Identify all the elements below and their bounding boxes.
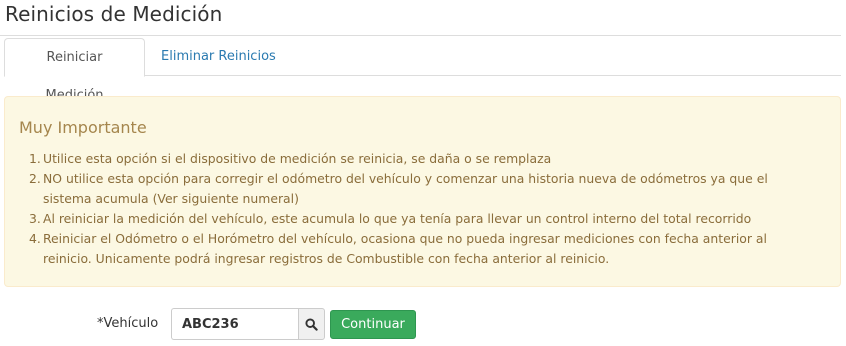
tab-bar: Reiniciar Medición Eliminar Reinicios — [4, 38, 841, 103]
list-item-number: 1. — [29, 151, 41, 166]
vehicle-label: *Vehículo — [97, 316, 159, 331]
list-item-text: NO utilice esta opción para corregir el … — [43, 171, 768, 206]
list-item-number: 2. — [29, 171, 41, 186]
tab-eliminar-reinicios[interactable]: Eliminar Reinicios — [149, 38, 288, 76]
continue-button[interactable]: Continuar — [330, 310, 416, 339]
vehicle-input[interactable] — [171, 308, 299, 340]
list-item-text: Utilice esta opción si el dispositivo de… — [43, 151, 552, 166]
alert-list-item: 3. Al reiniciar la medición del vehículo… — [29, 209, 799, 229]
list-item-text: Al reiniciar la medición del vehículo, e… — [43, 211, 752, 226]
vehicle-input-group — [171, 308, 325, 340]
alert-list-item: 2. NO utilice esta opción para corregir … — [29, 169, 799, 209]
tab-reiniciar-medicion[interactable]: Reiniciar Medición — [4, 38, 145, 103]
page-title: Reinicios de Medición — [5, 2, 223, 26]
alert-list-item: 4. Reiniciar el Odómetro o el Horómetro … — [29, 229, 799, 269]
vehicle-search-button[interactable] — [298, 308, 325, 340]
list-item-number: 4. — [29, 231, 41, 246]
alert-heading: Muy Importante — [19, 118, 147, 137]
list-item-text: Reiniciar el Odómetro o el Horómetro del… — [43, 231, 767, 266]
vehicle-form-row: *Vehículo Continuar — [0, 308, 846, 341]
title-divider — [0, 35, 841, 36]
search-icon — [305, 317, 318, 331]
alert-list: 1. Utilice esta opción si el dispositivo… — [29, 149, 799, 269]
list-item-number: 3. — [29, 211, 41, 226]
warning-alert: Muy Importante 1. Utilice esta opción si… — [4, 96, 841, 287]
alert-list-item: 1. Utilice esta opción si el dispositivo… — [29, 149, 799, 169]
